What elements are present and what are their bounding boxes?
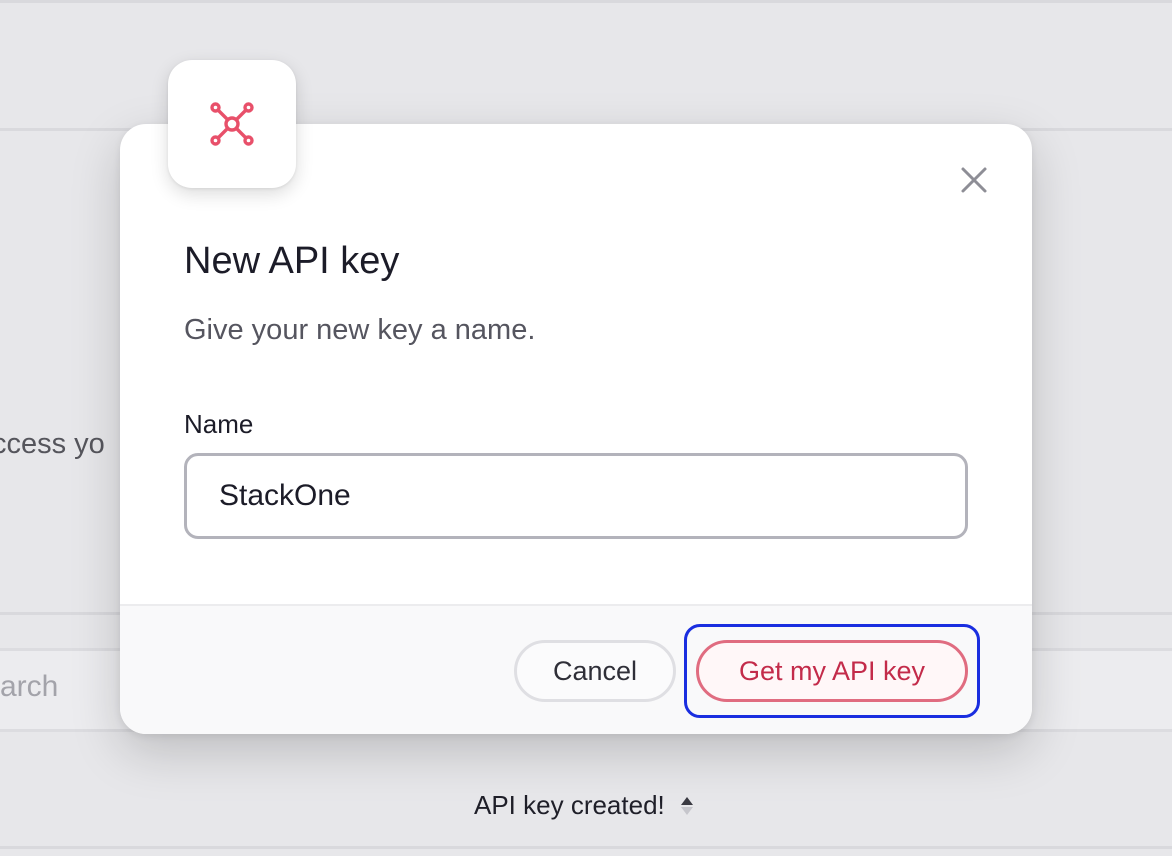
get-api-key-button[interactable]: Get my API key [696,640,968,702]
divider [0,846,1172,849]
name-field-label: Name [184,409,254,439]
api-key-icon-tile [168,60,296,188]
toast-notification: API key created! [474,790,693,821]
close-icon [961,167,987,193]
dialog-body: New API key Give your new key a name. Na… [120,124,1032,604]
network-nodes-icon [210,102,254,146]
background-description-text: ccess yo [0,428,105,460]
dialog-footer: Cancel Get my API key [120,604,1032,734]
sort-caret-icon[interactable] [679,795,693,817]
cancel-button[interactable]: Cancel [514,640,676,702]
search-placeholder: arch [0,670,59,703]
dialog-title: New API key [184,240,400,282]
name-input[interactable] [184,453,968,539]
new-api-key-dialog: New API key Give your new key a name. Na… [120,124,1032,734]
dialog-subtitle: Give your new key a name. [184,314,536,346]
close-button[interactable] [954,160,994,200]
divider [0,0,1172,3]
toast-message: API key created! [474,790,665,820]
